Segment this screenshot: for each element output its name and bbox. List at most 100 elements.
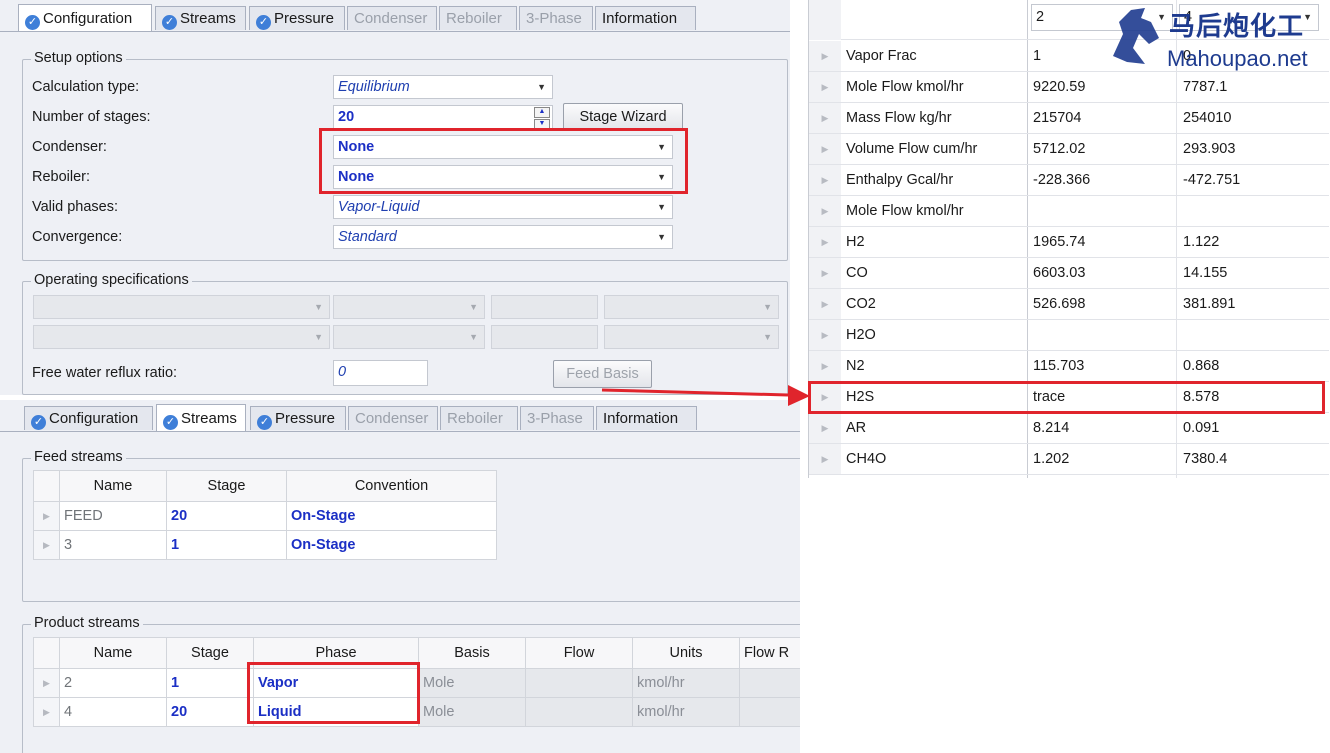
row-indicator-icon[interactable]: ▶ xyxy=(809,41,841,71)
table-row[interactable]: ▶ CH4O 1.202 7380.4 xyxy=(809,444,1329,475)
cell-stage[interactable]: 1 xyxy=(166,668,254,698)
cell-flow[interactable] xyxy=(525,697,633,727)
row-indicator-icon[interactable]: ▶ xyxy=(809,258,841,288)
stream-4-value[interactable]: 293.903 xyxy=(1183,134,1235,165)
spin-up-icon[interactable]: ▲ xyxy=(534,107,550,118)
stream-2-value[interactable]: 6603.03 xyxy=(1033,258,1085,289)
spec-value-1[interactable] xyxy=(491,295,598,319)
free-water-reflux-input[interactable]: 0 xyxy=(333,360,428,386)
stream-2-value[interactable]: 115.703 xyxy=(1033,351,1084,382)
spec-units-1[interactable]: ▼ xyxy=(604,295,779,319)
row-indicator-icon[interactable]: ▶ xyxy=(809,351,841,381)
cell-name[interactable]: 2 xyxy=(59,668,167,698)
table-row[interactable]: ▶ AR 8.214 0.091 xyxy=(809,413,1329,444)
row-indicator-icon[interactable]: ▶ xyxy=(33,501,60,531)
row-indicator-icon[interactable]: ▶ xyxy=(809,227,841,257)
cell-stage[interactable]: 1 xyxy=(166,530,287,560)
spec-select-1[interactable]: ▼ xyxy=(33,295,330,319)
tab-condenser[interactable]: Condenser xyxy=(348,406,438,430)
cell-name[interactable]: FEED xyxy=(59,501,167,531)
cell-convention[interactable]: On-Stage xyxy=(286,530,497,560)
row-indicator-icon[interactable]: ▶ xyxy=(809,196,841,226)
tab-streams[interactable]: ✓ Streams xyxy=(156,404,246,431)
stream-2-value[interactable]: 526.698 xyxy=(1033,289,1085,320)
spec-value-2[interactable] xyxy=(491,325,598,349)
calculation-type-select[interactable]: Equilibrium ▼ xyxy=(333,75,553,99)
stream-2-value[interactable]: 215704 xyxy=(1033,103,1081,134)
spec-units-2[interactable]: ▼ xyxy=(604,325,779,349)
stream-4-value[interactable]: 7787.1 xyxy=(1183,72,1227,103)
stream-4-value[interactable]: -472.751 xyxy=(1183,165,1240,196)
tab-pressure[interactable]: ✓ Pressure xyxy=(249,6,345,30)
tab-condenser[interactable]: Condenser xyxy=(347,6,437,30)
tab-configuration[interactable]: ✓ Configuration xyxy=(24,406,153,430)
column-header-basis: Basis xyxy=(418,637,526,669)
cell-flow-ratio[interactable] xyxy=(739,697,800,727)
spec-select-2[interactable]: ▼ xyxy=(333,295,485,319)
stream-4-value[interactable]: 7380.4 xyxy=(1183,444,1227,475)
tab-information[interactable]: Information xyxy=(595,6,696,30)
table-row[interactable]: ▶ CO 6603.03 14.155 xyxy=(809,258,1329,289)
stream-2-value[interactable]: 1965.74 xyxy=(1033,227,1085,258)
cell-name[interactable]: 3 xyxy=(59,530,167,560)
spec-select-3[interactable]: ▼ xyxy=(33,325,330,349)
table-row[interactable]: ▶ H2 1965.74 1.122 xyxy=(809,227,1329,258)
row-indicator-icon[interactable]: ▶ xyxy=(809,103,841,133)
cell-basis[interactable]: Mole xyxy=(418,697,526,727)
cell-stage[interactable]: 20 xyxy=(166,697,254,727)
stream-4-value[interactable]: 1.122 xyxy=(1183,227,1219,258)
cell-units[interactable]: kmol/hr xyxy=(632,697,740,727)
table-row[interactable]: ▶ Mole Flow kmol/hr 9220.59 7787.1 xyxy=(809,72,1329,103)
table-row[interactable]: ▶ Enthalpy Gcal/hr -228.366 -472.751 xyxy=(809,165,1329,196)
row-indicator-icon[interactable]: ▶ xyxy=(33,697,60,727)
cell-basis[interactable]: Mole xyxy=(418,668,526,698)
table-row[interactable]: ▶ H2O xyxy=(809,320,1329,351)
row-indicator-icon[interactable]: ▶ xyxy=(809,320,841,350)
row-indicator-icon[interactable]: ▶ xyxy=(33,668,60,698)
table-row[interactable]: ▶ N2 115.703 0.868 xyxy=(809,351,1329,382)
valid-phases-select[interactable]: Vapor-Liquid ▼ xyxy=(333,195,673,219)
stream-2-value[interactable]: -228.366 xyxy=(1033,165,1090,196)
stream-2-value[interactable]: 8.214 xyxy=(1033,413,1069,444)
table-row[interactable]: ▶ CO2 526.698 381.891 xyxy=(809,289,1329,320)
row-indicator-icon[interactable]: ▶ xyxy=(809,165,841,195)
row-indicator-icon[interactable]: ▶ xyxy=(809,444,841,474)
number-of-stages-input[interactable]: 20 ▲ ▼ xyxy=(333,105,553,130)
cell-stage[interactable]: 20 xyxy=(166,501,287,531)
row-indicator-icon[interactable]: ▶ xyxy=(809,413,841,443)
table-row[interactable]: ▶ 3 1 On-Stage xyxy=(33,530,497,560)
table-row[interactable]: ▶ Mass Flow kg/hr 215704 254010 xyxy=(809,103,1329,134)
row-indicator-icon[interactable]: ▶ xyxy=(809,72,841,102)
tab-3-phase[interactable]: 3-Phase xyxy=(519,6,593,30)
stage-wizard-button[interactable]: Stage Wizard xyxy=(563,103,683,131)
row-indicator-icon[interactable]: ▶ xyxy=(809,289,841,319)
cell-name[interactable]: 4 xyxy=(59,697,167,727)
cell-units[interactable]: kmol/hr xyxy=(632,668,740,698)
table-row[interactable]: ▶ FEED 20 On-Stage xyxy=(33,501,497,531)
tab-3-phase[interactable]: 3-Phase xyxy=(520,406,594,430)
tab-pressure[interactable]: ✓ Pressure xyxy=(250,406,346,430)
stream-4-value[interactable]: 0.091 xyxy=(1183,413,1219,444)
table-row[interactable]: ▶ Mole Flow kmol/hr xyxy=(809,196,1329,227)
stream-4-value[interactable]: 254010 xyxy=(1183,103,1231,134)
stream-4-value[interactable]: 0.868 xyxy=(1183,351,1219,382)
row-indicator-icon[interactable]: ▶ xyxy=(33,530,60,560)
stream-2-value[interactable]: 9220.59 xyxy=(1033,72,1085,103)
stream-2-value[interactable]: 1 xyxy=(1033,41,1041,72)
stream-2-value[interactable]: 5712.02 xyxy=(1033,134,1085,165)
row-indicator-icon[interactable]: ▶ xyxy=(809,134,841,164)
tab-reboiler[interactable]: Reboiler xyxy=(439,6,517,30)
tab-configuration[interactable]: ✓ Configuration xyxy=(18,4,152,31)
stream-4-value[interactable]: 14.155 xyxy=(1183,258,1227,289)
table-row[interactable]: ▶ Volume Flow cum/hr 5712.02 293.903 xyxy=(809,134,1329,165)
cell-convention[interactable]: On-Stage xyxy=(286,501,497,531)
stream-2-value[interactable]: 1.202 xyxy=(1033,444,1069,475)
cell-flow[interactable] xyxy=(525,668,633,698)
tab-reboiler[interactable]: Reboiler xyxy=(440,406,518,430)
tab-streams[interactable]: ✓ Streams xyxy=(155,6,246,30)
stream-4-value[interactable]: 381.891 xyxy=(1183,289,1235,320)
spec-select-4[interactable]: ▼ xyxy=(333,325,485,349)
stage-spinner[interactable]: ▲ ▼ xyxy=(534,107,550,130)
cell-flow-ratio[interactable] xyxy=(739,668,800,698)
convergence-select[interactable]: Standard ▼ xyxy=(333,225,673,249)
